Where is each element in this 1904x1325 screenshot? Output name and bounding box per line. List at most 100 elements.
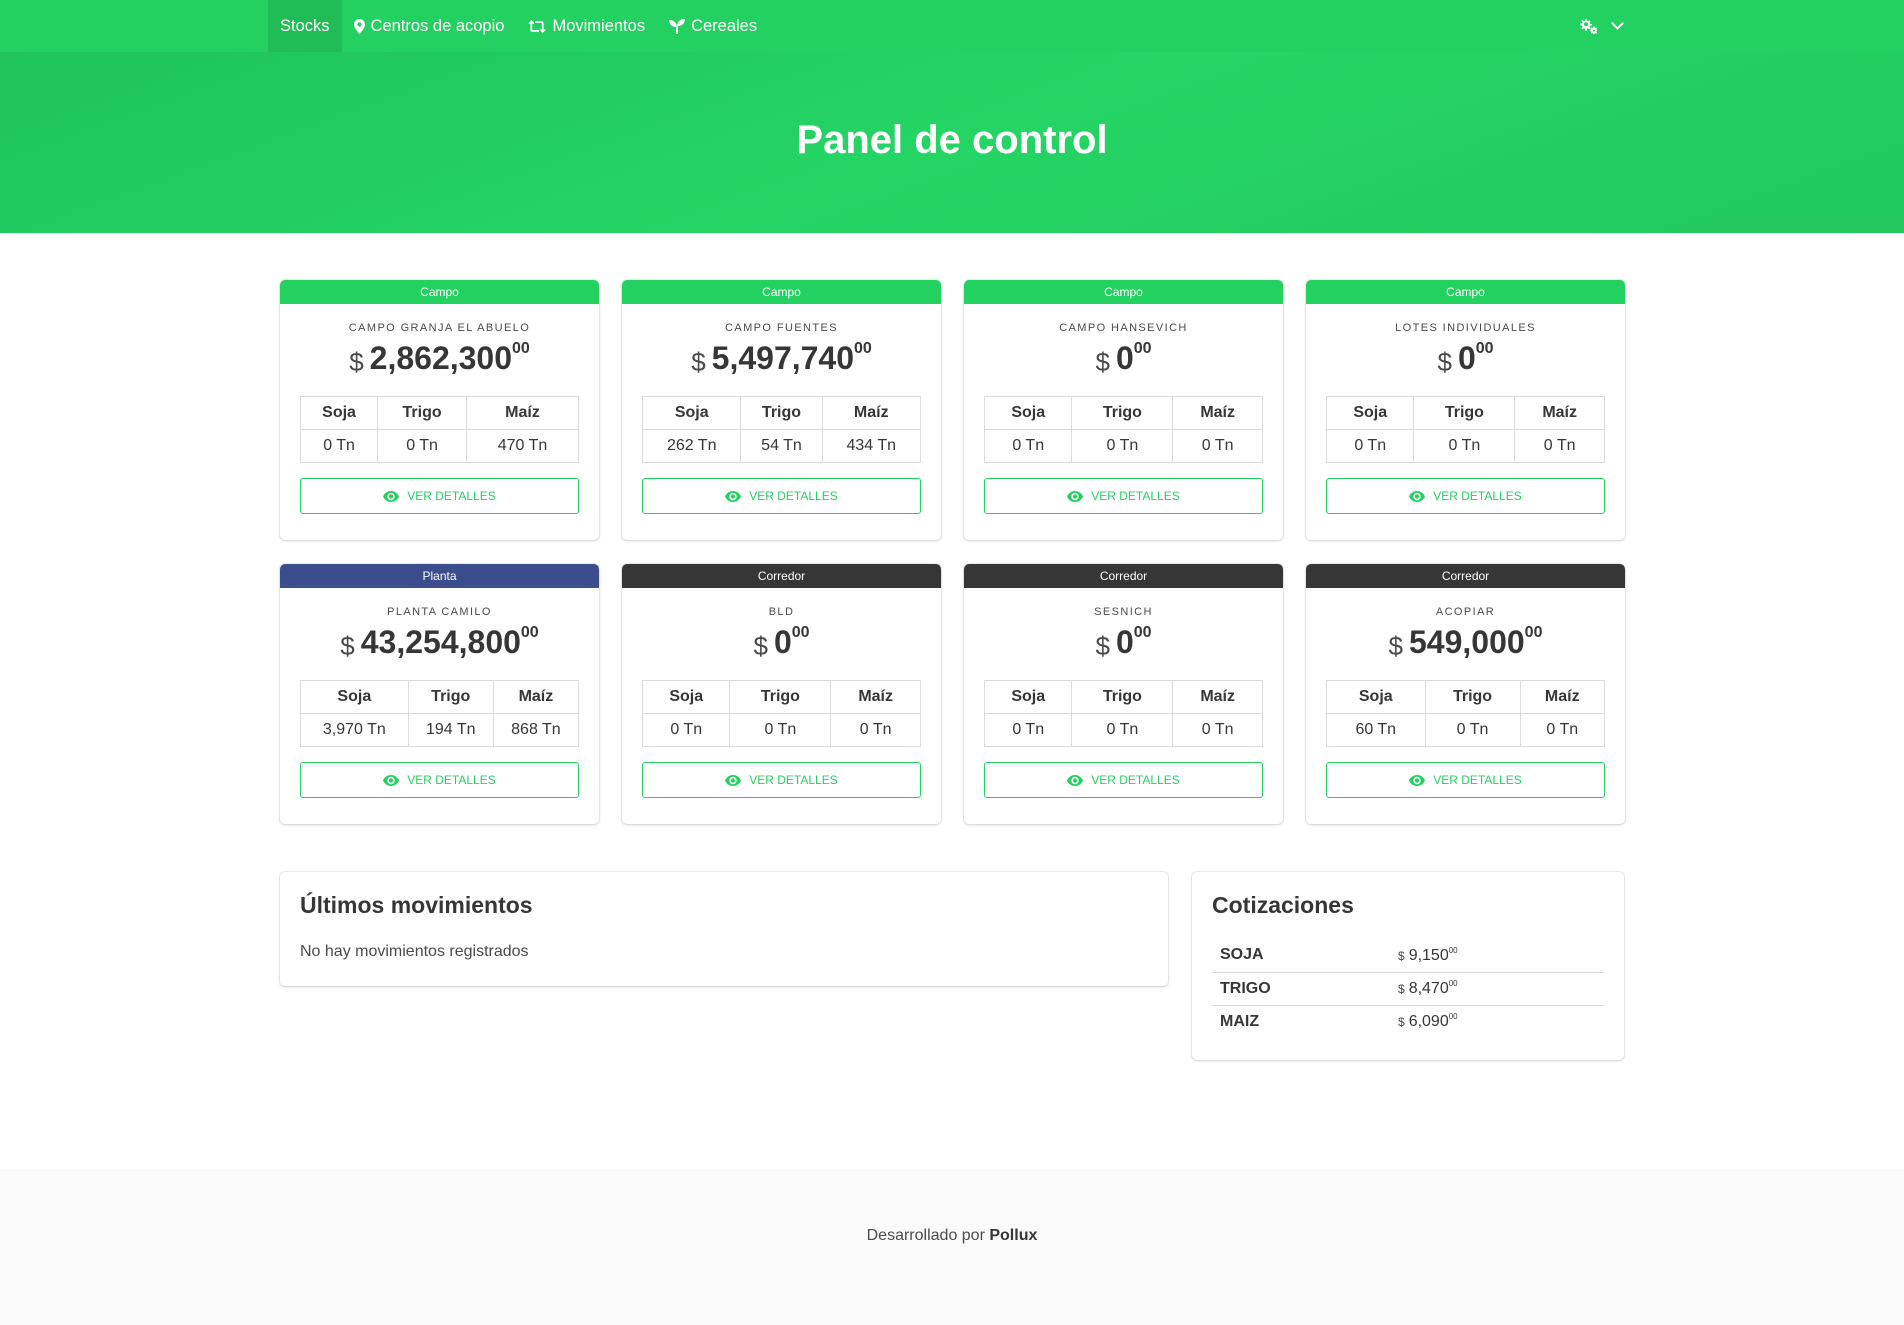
card-body: BLD $000 Soja Trigo Maíz 0 Tn 0 Tn 0 Tn VER DETA… [622,606,941,798]
stock-value: 0 Tn [1071,429,1174,463]
stock-header: Trigo [740,396,823,430]
cotizacion-row: MAIZ $6,09000 [1212,1005,1604,1038]
map-marker-icon [353,18,365,34]
cotizacion-row: SOJA $9,15000 [1212,939,1604,973]
ver-detalles-button[interactable]: VER DETALLES [300,478,579,514]
nav-item-cereales[interactable]: Cereales [657,0,769,52]
price-decimals: 00 [1448,979,1458,988]
stock-header: Soja [641,396,742,430]
centro-card: Corredor ACOPIAR $549,00000 Soja Trigo Maíz 60… [1306,564,1625,824]
card-body: PLANTA CAMILO $43,254,80000 Soja Trigo Maíz 3… [280,606,599,798]
hero: Panel de control [0,52,1904,233]
cereal-price: $9,15000 [1390,939,1604,973]
navbar-inner: Stocks Centros de acopio Movimientos Cer… [268,0,1636,52]
card-body: ACOPIAR $549,00000 Soja Trigo Maíz 60 Tn 0 Tn 0… [1306,606,1625,798]
ultimos-movimientos-panel: Últimos movimientos No hay movimientos r… [280,872,1168,986]
cereal-price: $6,09000 [1390,1005,1604,1038]
card-body: CAMPO GRANJA EL ABUELO $2,862,30000 Soja Tr… [280,322,599,514]
card-amount: $000 [984,340,1263,377]
cogs-icon [1580,19,1597,34]
currency-symbol: $ [1398,982,1405,996]
ver-detalles-label: VER DETALLES [1091,773,1180,787]
amount-decimals: 00 [1133,624,1152,641]
stock-header-row: Soja Trigo Maíz [299,396,579,430]
nav-item-stocks[interactable]: Stocks [268,0,342,52]
card-amount: $000 [642,624,921,661]
stock-value: 0 Tn [641,713,731,747]
card-amount: $000 [984,624,1263,661]
card-name: CAMPO GRANJA EL ABUELO [348,322,531,334]
stock-table: Soja Trigo Maíz 262 Tn 54 Tn 434 Tn [641,396,922,463]
eye-icon [1409,490,1426,502]
eye-icon [1409,774,1426,786]
stock-value: 3,970 Tn [300,713,409,747]
amount-value: 0 [1115,340,1134,376]
settings-dropdown[interactable] [1567,0,1636,52]
nav-item-label: Stocks [280,16,330,35]
currency-symbol: $ [1437,347,1452,377]
stock-table: Soja Trigo Maíz 3,970 Tn 194 Tn 868 Tn [300,680,580,747]
amount-decimals: 00 [791,624,810,641]
card-type-tag: Corredor [964,564,1283,588]
centros-grid: Campo CAMPO GRANJA EL ABUELO $2,862,30000 S… [280,280,1625,824]
card-name: CAMPO FUENTES [725,322,838,334]
price-value: 9,150 [1408,946,1449,964]
stock-values-row: 0 Tn 0 Tn 0 Tn [641,713,921,747]
centro-card: Corredor SESNICH $000 Soja Trigo Maíz 0 Tn 0 Tn… [964,564,1283,824]
centro-card: Planta PLANTA CAMILO $43,254,80000 Soja Trig… [280,564,599,824]
card-body: CAMPO HANSEVICH $000 Soja Trigo Maíz 0 Tn 0 Tn… [964,322,1283,514]
cereal-price: $8,47000 [1390,972,1604,1006]
footer-prefix: Desarrollado por [866,1227,985,1244]
amount-value: 549,000 [1409,624,1525,660]
amount-decimals: 00 [854,340,872,357]
stock-header: Trigo [1424,680,1521,714]
card-type-tag: Corredor [622,564,941,588]
ver-detalles-button[interactable]: VER DETALLES [1326,478,1605,514]
stock-values-row: 0 Tn 0 Tn 0 Tn [983,713,1263,747]
nav-item-centros-de-acopio[interactable]: Centros de acopio [342,0,517,52]
stock-values-row: 3,970 Tn 194 Tn 868 Tn [300,713,580,747]
amount-value: 0 [773,624,792,660]
nav-item-movimientos[interactable]: Movimientos [516,0,657,52]
cotizaciones-title: Cotizaciones [1212,892,1354,918]
stock-header: Maíz [1514,396,1605,430]
cereal-name: TRIGO [1212,972,1390,1006]
stock-value: 54 Tn [740,429,823,463]
retweet-icon [528,19,547,33]
ver-detalles-label: VER DETALLES [407,773,496,787]
stock-header: Soja [300,680,409,714]
ver-detalles-button[interactable]: VER DETALLES [300,762,579,798]
stock-value: 0 Tn [1424,713,1521,747]
ver-detalles-button[interactable]: VER DETALLES [984,478,1263,514]
price-value: 6,090 [1408,1013,1449,1031]
stock-header: Trigo [1071,680,1174,714]
currency-symbol: $ [691,347,706,377]
stock-value: 0 Tn [299,429,379,463]
stock-header: Soja [641,680,731,714]
ver-detalles-button[interactable]: VER DETALLES [984,762,1263,798]
ver-detalles-button[interactable]: VER DETALLES [642,762,921,798]
stock-value: 60 Tn [1326,713,1426,747]
movimientos-empty-message: No hay movimientos registrados [300,943,529,960]
stock-header: Maíz [1172,680,1263,714]
page-title: Panel de control [796,118,1108,162]
ver-detalles-button[interactable]: VER DETALLES [1326,762,1605,798]
card-type-tag: Campo [1306,280,1625,304]
stock-table: Soja Trigo Maíz 0 Tn 0 Tn 0 Tn [641,680,921,747]
ver-detalles-label: VER DETALLES [1433,773,1522,787]
footer-credit: Desarrollado por Pollux [867,1227,1038,1245]
footer: Desarrollado por Pollux [0,1169,1904,1325]
card-type-tag: Campo [280,280,599,304]
stock-header: Maíz [830,680,921,714]
navbar: Stocks Centros de acopio Movimientos Cer… [0,0,1904,52]
stock-value: 0 Tn [377,429,467,463]
stock-header-row: Soja Trigo Maíz [983,680,1263,714]
card-type-tag: Campo [622,280,941,304]
stock-header: Soja [1325,396,1415,430]
centro-card: Campo CAMPO FUENTES $5,497,74000 Soja Trigo M… [622,280,941,540]
cotizaciones-panel: Cotizaciones SOJA $9,15000 TRIGO $8,47000 MA… [1192,872,1624,1060]
ver-detalles-button[interactable]: VER DETALLES [642,478,921,514]
centro-card: Campo LOTES INDIVIDUALES $000 Soja Trigo Maíz… [1306,280,1625,540]
ver-detalles-label: VER DETALLES [749,489,838,503]
